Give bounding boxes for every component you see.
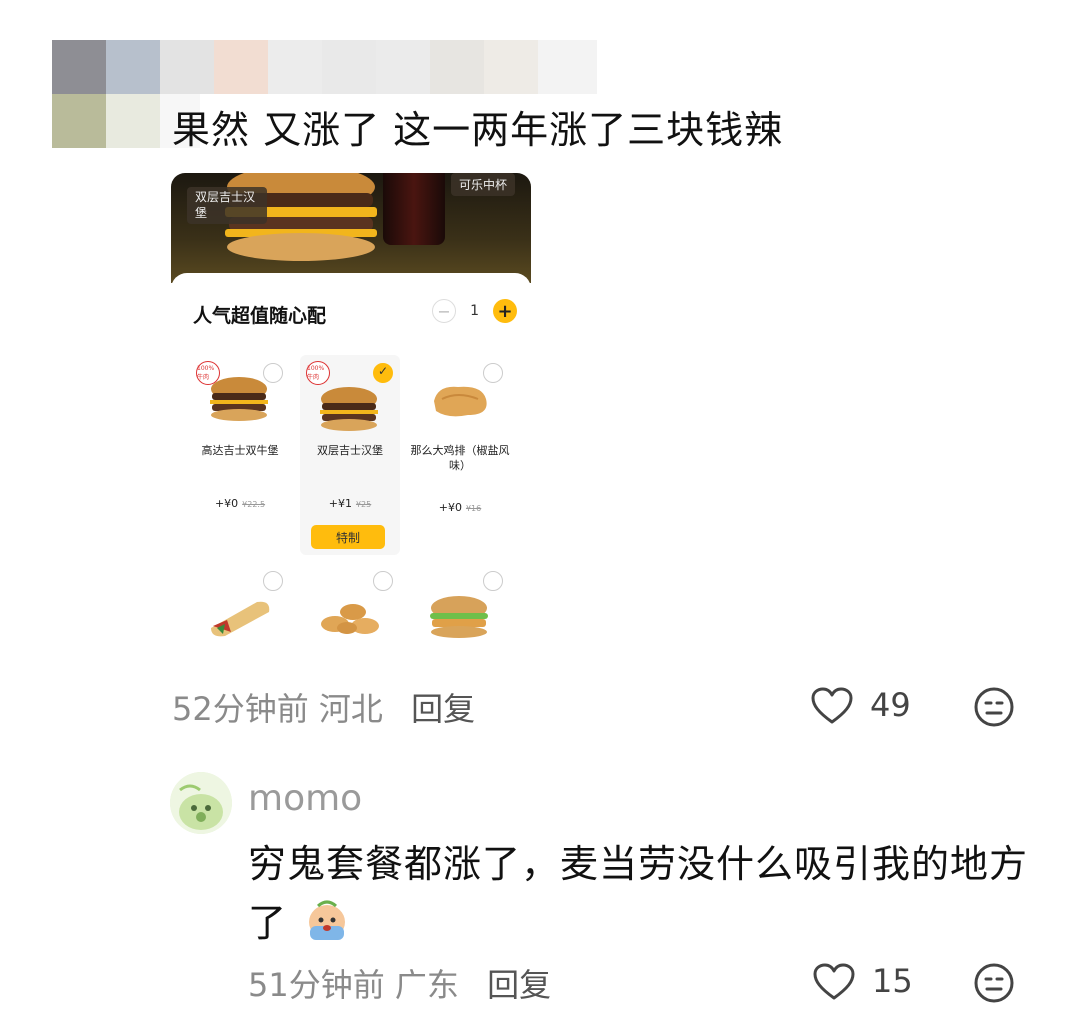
reply-time: 51分钟前 [248, 966, 385, 1004]
quantity-stepper[interactable]: − 1 + [432, 299, 517, 323]
double-burger-image [320, 387, 378, 431]
item-radio[interactable] [483, 571, 503, 591]
reply-text-content: 穷鬼套餐都涨了，麦当劳没什么吸引我的地方了 [248, 842, 1029, 945]
reply-button[interactable]: 回复 [487, 966, 551, 1004]
item-radio[interactable] [483, 363, 503, 383]
price-original: ¥25 [355, 500, 372, 509]
hero-tag-cola: 可乐中杯 [451, 173, 516, 196]
emoji-face-icon[interactable] [973, 962, 1015, 1004]
reply-location: 广东 [394, 966, 459, 1004]
wrap-image [211, 601, 270, 637]
comment-text: 果然 又涨了 这一两年涨了三块钱辣 [172, 108, 784, 152]
customize-button[interactable]: 特制 [311, 525, 385, 549]
reply-meta: 51分钟前 广东 回复 [248, 960, 551, 1006]
item-name: 高达吉士双牛堡 [201, 444, 279, 457]
comment-meta: 52分钟前 河北 回复 [172, 684, 475, 730]
plus-button[interactable]: + [493, 299, 517, 323]
item-name: 双层吉士汉堡 [317, 444, 383, 457]
reply-button[interactable]: 回复 [411, 690, 475, 728]
price-original: ¥22.5 [242, 500, 266, 509]
quantity-value: 1 [470, 303, 479, 319]
cola-image [383, 173, 445, 245]
section-title: 人气超值随心配 [193, 305, 327, 327]
price-current: +¥0 [438, 501, 462, 514]
item-radio[interactable] [263, 571, 283, 591]
item-radio-checked[interactable] [373, 363, 393, 383]
avatar[interactable] [170, 772, 232, 834]
heart-outline-icon[interactable] [810, 686, 854, 726]
item-radio[interactable] [373, 571, 393, 591]
price-original: ¥16 [465, 504, 482, 513]
chicken-burger-image [430, 596, 488, 638]
chicken-cutlet-image [434, 386, 487, 417]
avatar-image [170, 772, 232, 834]
hero-banner: 双层吉士汉堡 可乐中杯 [171, 173, 531, 283]
crying-emoji-icon [309, 900, 346, 940]
item-price: +¥0 ¥16 [410, 501, 510, 514]
like-count: 49 [870, 686, 911, 724]
comment-location: 河北 [318, 690, 383, 728]
price-current: +¥1 [328, 497, 352, 510]
menu-item-card-selected[interactable]: 100%牛肉 双层吉士汉堡 +¥1¥25 特制 [300, 355, 400, 555]
item-price: +¥1 ¥25 [300, 497, 400, 510]
item-price: +¥0 ¥22.5 [190, 497, 290, 510]
emoji-face-icon[interactable] [973, 686, 1015, 728]
beef-badge-icon: 100%牛肉 [306, 361, 330, 385]
like-count: 15 [872, 962, 913, 1000]
minus-button[interactable]: − [432, 299, 457, 323]
heart-outline-icon[interactable] [812, 962, 856, 1002]
comment-time: 52分钟前 [172, 690, 309, 728]
reply-username[interactable]: momo [248, 778, 362, 819]
menu-item-card[interactable]: 那么大鸡排（椒盐风味） +¥0 ¥16 [410, 355, 510, 555]
price-current: +¥0 [214, 497, 239, 510]
comment-image[interactable]: 双层吉士汉堡 可乐中杯 人气超值随心配 − 1 + 100%牛肉 高达吉士双牛堡… [171, 173, 531, 655]
hero-tag-burger: 双层吉士汉堡 [187, 187, 267, 225]
reply-text: 穷鬼套餐都涨了，麦当劳没什么吸引我的地方了 [248, 835, 1038, 953]
nuggets-image [321, 604, 379, 634]
item-name: 那么大鸡排（椒盐风味） [410, 444, 510, 473]
double-burger-image [210, 377, 268, 421]
menu-item-card[interactable]: 100%牛肉 高达吉士双牛堡 +¥0 ¥22.5 [190, 355, 290, 555]
combo-panel: 人气超值随心配 − 1 + 100%牛肉 高达吉士双牛堡 +¥0¥22.5 1 [171, 273, 531, 655]
